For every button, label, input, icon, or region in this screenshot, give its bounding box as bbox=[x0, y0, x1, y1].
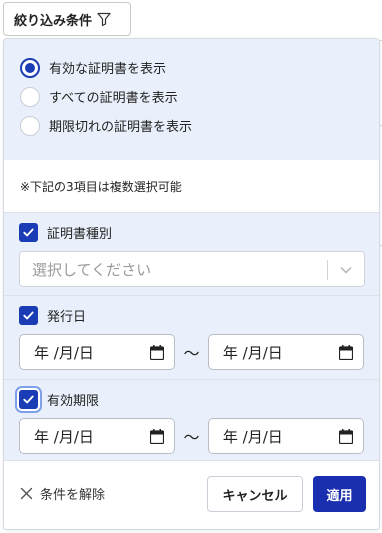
cert-type-checkbox[interactable] bbox=[19, 222, 38, 242]
radio-button[interactable] bbox=[20, 57, 40, 78]
filter-toggle-button[interactable]: 絞り込み条件 bbox=[3, 2, 131, 36]
cert-type-label: 証明書種別 bbox=[47, 226, 113, 242]
select-separator bbox=[327, 260, 328, 280]
expiry-date-group: 有効期限 年 /月/日 〜 年 /月/日 bbox=[4, 380, 379, 462]
radio-label: すべての証明書を表示 bbox=[49, 91, 178, 106]
check-icon bbox=[23, 395, 34, 403]
display-mode-radio-group: 有効な証明書を表示 すべての証明書を表示 期限切れの証明書を表示 bbox=[4, 39, 379, 160]
radio-button[interactable] bbox=[20, 115, 40, 136]
issue-date-group: 発行日 年 /月/日 〜 年 /月/日 bbox=[4, 296, 379, 380]
date-value: 年 /月/日 bbox=[222, 427, 283, 446]
cert-type-checkbox-row[interactable]: 証明書種別 bbox=[19, 221, 364, 243]
expiry-date-range: 年 /月/日 〜 年 /月/日 bbox=[19, 418, 365, 454]
expiry-checkbox-row[interactable]: 有効期限 bbox=[19, 388, 364, 410]
issue-date-label: 発行日 bbox=[47, 309, 87, 325]
cert-type-placeholder: 選択してください bbox=[32, 260, 152, 279]
filter-panel: 有効な証明書を表示 すべての証明書を表示 期限切れの証明書を表示 ※下記の3項目… bbox=[3, 38, 380, 530]
expiry-checkbox[interactable] bbox=[19, 389, 38, 409]
cancel-button[interactable]: キャンセル bbox=[207, 476, 303, 512]
multi-select-note: ※下記の3項目は複数選択可能 bbox=[4, 160, 379, 213]
issue-date-checkbox-row[interactable]: 発行日 bbox=[19, 304, 364, 326]
date-value: 年 /月/日 bbox=[34, 343, 94, 362]
calendar-icon[interactable] bbox=[339, 429, 354, 444]
date-value: 年 /月/日 bbox=[34, 427, 94, 446]
range-separator: 〜 bbox=[183, 344, 200, 363]
calendar-icon[interactable] bbox=[339, 345, 354, 360]
radio-all-certificates[interactable]: すべての証明書を表示 bbox=[20, 82, 379, 111]
expiry-label: 有効期限 bbox=[47, 393, 100, 409]
radio-expired-certificates[interactable]: 期限切れの証明書を表示 bbox=[20, 111, 379, 140]
close-icon bbox=[20, 487, 33, 500]
check-icon bbox=[23, 228, 34, 236]
issue-date-checkbox[interactable] bbox=[19, 305, 38, 325]
radio-valid-certificates[interactable]: 有効な証明書を表示 bbox=[20, 53, 379, 82]
expiry-to-input[interactable]: 年 /月/日 bbox=[207, 418, 365, 454]
filter-icon bbox=[97, 12, 111, 27]
issue-date-from-input[interactable]: 年 /月/日 bbox=[19, 334, 176, 370]
radio-button[interactable] bbox=[20, 86, 40, 107]
filter-toggle-label: 絞り込み条件 bbox=[14, 13, 93, 29]
filter-footer: 条件を解除 キャンセル 適用 bbox=[4, 460, 379, 529]
calendar-icon[interactable] bbox=[150, 429, 165, 444]
issue-date-to-input[interactable]: 年 /月/日 bbox=[207, 334, 365, 370]
clear-filters-button[interactable]: 条件を解除 bbox=[20, 484, 105, 503]
range-separator: 〜 bbox=[183, 428, 200, 447]
clear-filters-label: 条件を解除 bbox=[40, 488, 106, 503]
radio-label: 期限切れの証明書を表示 bbox=[49, 120, 193, 135]
apply-button[interactable]: 適用 bbox=[313, 476, 366, 512]
date-value: 年 /月/日 bbox=[222, 343, 283, 362]
issue-date-range: 年 /月/日 〜 年 /月/日 bbox=[19, 334, 365, 370]
calendar-icon[interactable] bbox=[150, 345, 165, 360]
cert-type-group: 証明書種別 選択してください bbox=[4, 213, 379, 296]
expiry-from-input[interactable]: 年 /月/日 bbox=[19, 418, 176, 454]
radio-label: 有効な証明書を表示 bbox=[49, 62, 167, 77]
cert-type-select[interactable]: 選択してください bbox=[19, 251, 365, 287]
check-icon bbox=[23, 311, 34, 319]
chevron-down-icon[interactable] bbox=[338, 262, 354, 278]
